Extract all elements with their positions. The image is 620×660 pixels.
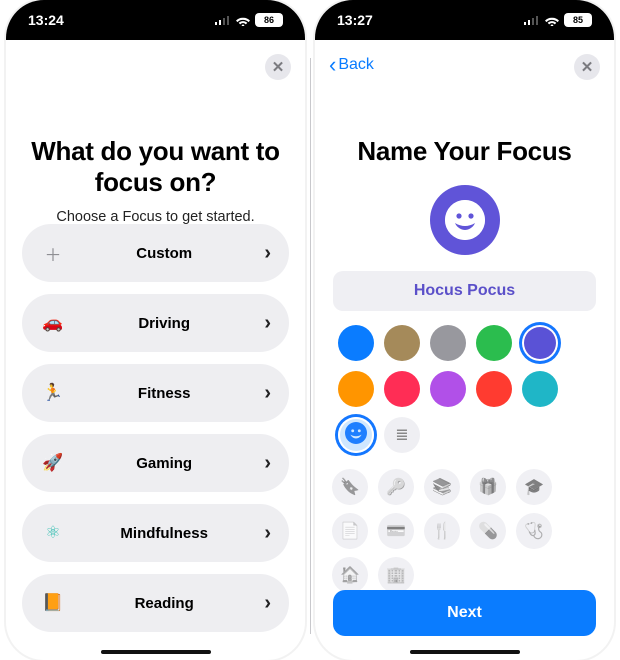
cellular-icon (215, 15, 231, 25)
more-options[interactable]: ≣ (384, 417, 420, 453)
focus-item-label: Gaming (64, 455, 264, 472)
home-indicator[interactable] (410, 650, 520, 654)
close-button[interactable]: ✕ (265, 54, 291, 80)
color-swatch[interactable] (476, 371, 512, 407)
icon-option-document[interactable]: 📄 (332, 513, 368, 549)
icon-option-utensils[interactable]: 🍴 (424, 513, 460, 549)
status-indicators: 86 (215, 13, 283, 27)
close-button[interactable]: ✕ (574, 54, 600, 80)
icon-option-key[interactable]: 🔑 (378, 469, 414, 505)
chevron-right-icon: › (264, 452, 271, 475)
icon-option-gift[interactable]: 🎁 (470, 469, 506, 505)
color-swatch[interactable] (430, 325, 466, 361)
focus-item-label: Fitness (64, 385, 264, 402)
header: What do you want to focus on? Choose a F… (6, 40, 305, 225)
back-label: Back (338, 56, 374, 74)
glyph-swatch[interactable] (338, 417, 374, 453)
phone-left: 13:24 86 ✕ What do you want to focus on?… (6, 0, 305, 660)
icon-option-home[interactable]: 🏠 (332, 557, 368, 593)
focus-item-gaming[interactable]: 🚀Gaming› (22, 434, 289, 492)
library-icon: 📚 (432, 477, 452, 497)
icon-option-stethoscope[interactable]: 🩺 (516, 513, 552, 549)
close-icon: ✕ (272, 58, 285, 76)
status-bar: 13:24 86 (6, 0, 305, 40)
color-picker: ≣ (333, 325, 596, 463)
color-swatch[interactable] (430, 371, 466, 407)
close-icon: ✕ (581, 58, 594, 76)
chevron-left-icon: ‹ (329, 54, 336, 76)
back-button[interactable]: ‹ Back (329, 54, 374, 76)
color-swatch[interactable] (384, 371, 420, 407)
focus-avatar[interactable] (430, 185, 500, 255)
buildings-icon: 🏢 (386, 565, 406, 585)
gift-icon: 🎁 (478, 477, 498, 497)
focus-item-reading[interactable]: 📙Reading› (22, 574, 289, 632)
icon-option-library[interactable]: 📚 (424, 469, 460, 505)
rocket-icon: 🚀 (42, 453, 64, 473)
chevron-right-icon: › (264, 522, 271, 545)
plus-icon: ＋ (42, 241, 64, 266)
status-indicators: 85 (524, 13, 592, 27)
icon-option-pills[interactable]: 💊 (470, 513, 506, 549)
page-title: What do you want to focus on? (28, 136, 283, 197)
pills-icon: 💊 (478, 521, 498, 541)
runner-icon: 🏃 (42, 383, 64, 403)
color-swatch[interactable] (338, 371, 374, 407)
focus-item-label: Driving (64, 315, 264, 332)
cellular-icon (524, 15, 540, 25)
focus-item-custom[interactable]: ＋Custom› (22, 224, 289, 282)
focus-item-driving[interactable]: 🚗Driving› (22, 294, 289, 352)
color-swatch[interactable] (476, 325, 512, 361)
icon-option-buildings[interactable]: 🏢 (378, 557, 414, 593)
wifi-icon (544, 15, 560, 26)
card-icon: 💳 (386, 521, 406, 541)
focus-item-label: Reading (64, 595, 264, 612)
chevron-right-icon: › (264, 312, 271, 335)
wifi-icon (235, 15, 251, 26)
icon-option-graduation[interactable]: 🎓 (516, 469, 552, 505)
focus-item-label: Custom (64, 245, 264, 262)
focus-item-label: Mindfulness (64, 525, 264, 542)
flower-icon: ⚛ (42, 523, 64, 543)
color-swatch[interactable] (522, 325, 558, 361)
smile-icon (445, 200, 485, 240)
chevron-right-icon: › (264, 592, 271, 615)
color-swatch[interactable] (338, 325, 374, 361)
car-icon: 🚗 (42, 313, 64, 333)
separator (310, 58, 311, 634)
document-icon: 📄 (340, 521, 360, 541)
key-icon: 🔑 (386, 477, 406, 497)
list-icon: ≣ (395, 425, 408, 445)
battery-icon: 86 (255, 13, 283, 27)
book-icon: 📙 (42, 593, 64, 613)
focus-name-value: Hocus Pocus (414, 282, 515, 300)
status-time: 13:27 (337, 12, 373, 28)
next-button[interactable]: Next (333, 590, 596, 636)
utensils-icon: 🍴 (432, 521, 452, 541)
icon-option-bookmark[interactable]: 🔖 (332, 469, 368, 505)
focus-list: ＋Custom›🚗Driving›🏃Fitness›🚀Gaming›⚛Mindf… (22, 224, 289, 638)
focus-item-mindfulness[interactable]: ⚛Mindfulness› (22, 504, 289, 562)
next-label: Next (447, 604, 482, 622)
graduation-icon: 🎓 (524, 477, 544, 497)
focus-item-fitness[interactable]: 🏃Fitness› (22, 364, 289, 422)
page-subtitle: Choose a Focus to get started. (28, 209, 283, 225)
focus-name-input[interactable]: Hocus Pocus (333, 271, 596, 311)
bookmark-icon: 🔖 (340, 477, 360, 497)
icon-option-card[interactable]: 💳 (378, 513, 414, 549)
stethoscope-icon: 🩺 (524, 521, 544, 541)
color-swatch[interactable] (384, 325, 420, 361)
home-indicator[interactable] (101, 650, 211, 654)
color-swatch[interactable] (522, 371, 558, 407)
chevron-right-icon: › (264, 242, 271, 265)
status-bar: 13:27 85 (315, 0, 614, 40)
page-title: Name Your Focus (337, 136, 592, 167)
phone-right: 13:27 85 ‹ Back ✕ Name Your Focus Hocus … (315, 0, 614, 660)
chevron-right-icon: › (264, 382, 271, 405)
smile-icon (345, 422, 367, 449)
home-icon: 🏠 (340, 565, 360, 585)
battery-icon: 85 (564, 13, 592, 27)
status-time: 13:24 (28, 12, 64, 28)
icon-picker: 🔖 🔑 📚 🎁 🎓 📄 💳 🍴 💊 🩺 🏠 🏢 (327, 469, 602, 601)
